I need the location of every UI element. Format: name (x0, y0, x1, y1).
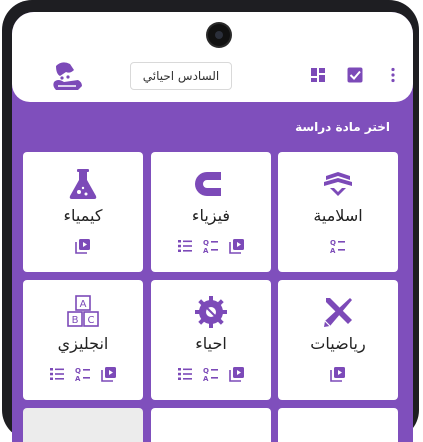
list-icon[interactable] (49, 366, 65, 382)
card-actions: Q A (23, 366, 143, 382)
front-camera (208, 24, 230, 46)
phone-frame: السادس احيائي اختر مادة دراسة اسلامية Q … (2, 0, 419, 442)
list-icon[interactable] (177, 238, 193, 254)
subject-name: فيزياء (191, 206, 231, 225)
subject-name: انجليزي (57, 334, 109, 353)
svg-text:C: C (88, 315, 95, 326)
app-screen: السادس احيائي اختر مادة دراسة اسلامية Q … (12, 12, 413, 442)
svg-text:B: B (72, 315, 79, 326)
section-title: اختر مادة دراسة (295, 120, 390, 134)
more-vert-icon[interactable] (384, 66, 402, 84)
checkbox-icon[interactable] (346, 66, 364, 84)
svg-text:Q: Q (330, 239, 336, 247)
svg-text:Q: Q (203, 239, 209, 247)
card-actions: Q A (151, 366, 271, 382)
video-icon[interactable] (229, 366, 245, 382)
list-icon[interactable] (177, 366, 193, 382)
subject-card-partial[interactable] (23, 408, 143, 442)
card-actions (23, 238, 143, 254)
subject-card-biology[interactable]: احياء Q A (151, 280, 271, 400)
qa-icon[interactable]: Q A (203, 366, 219, 382)
subject-card-english[interactable]: A B C انجليزي Q A (23, 280, 143, 400)
subject-name: رياضيات (310, 334, 366, 353)
svg-text:Q: Q (203, 367, 209, 375)
qa-icon[interactable]: Q A (203, 238, 219, 254)
svg-text:Q: Q (75, 367, 81, 375)
subject-card-physics[interactable]: فيزياء Q A (151, 152, 271, 272)
qa-icon[interactable]: Q A (75, 366, 91, 382)
flask-icon (69, 169, 97, 199)
dashboard-icon[interactable] (309, 66, 327, 84)
svg-text:A: A (203, 375, 209, 382)
video-icon[interactable] (330, 366, 346, 382)
subject-name: كيمياء (63, 206, 103, 225)
subject-name: اسلامية (313, 206, 363, 225)
card-actions: Q A (151, 238, 271, 254)
app-bar: السادس احيائي (12, 12, 413, 102)
svg-text:A: A (203, 247, 209, 254)
video-icon[interactable] (101, 366, 117, 382)
svg-text:A: A (330, 247, 336, 254)
subject-card-math[interactable]: رياضيات (278, 280, 398, 400)
subject-card-chemistry[interactable]: كيمياء (23, 152, 143, 272)
svg-text:A: A (75, 375, 81, 382)
ruler-pencil-icon (324, 298, 352, 327)
grade-select[interactable]: السادس احيائي (130, 62, 232, 90)
app-logo-icon (53, 62, 82, 90)
video-icon[interactable] (229, 238, 245, 254)
gear-icon (195, 296, 227, 328)
subject-name: احياء (195, 334, 227, 353)
abc-blocks-icon: A B C (67, 295, 99, 327)
card-actions: Q A (278, 238, 398, 254)
subject-card-partial[interactable] (278, 408, 398, 442)
subject-card-partial[interactable] (151, 408, 271, 442)
subject-card-islamic[interactable]: اسلامية Q A (278, 152, 398, 272)
card-actions (278, 366, 398, 382)
qa-icon[interactable]: Q A (330, 238, 346, 254)
moon-icon[interactable] (274, 66, 292, 84)
quran-icon (324, 172, 352, 196)
svg-text:A: A (80, 299, 87, 310)
magnet-icon (195, 172, 221, 196)
video-icon[interactable] (75, 238, 91, 254)
